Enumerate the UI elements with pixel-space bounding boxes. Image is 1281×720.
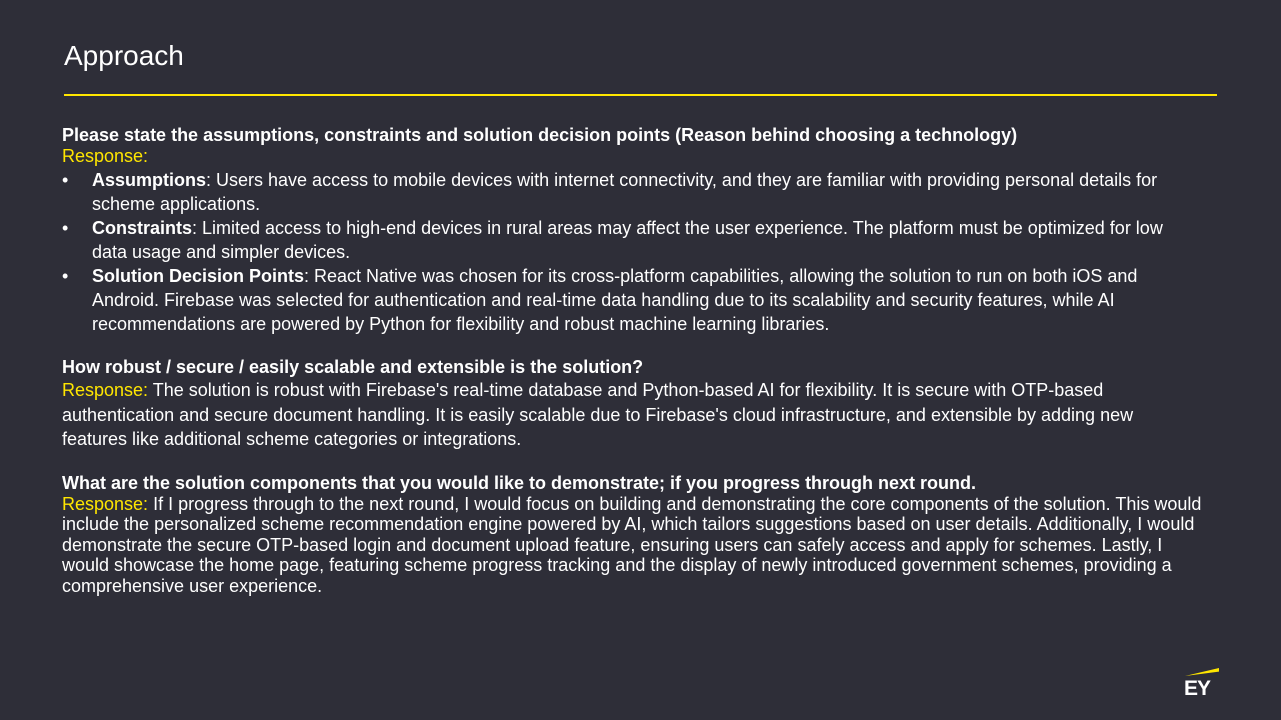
response-label: Response: — [62, 146, 149, 166]
ey-logo: EY — [1183, 666, 1219, 702]
slide-title: Approach — [64, 40, 184, 71]
question-demonstration: What are the solution components that yo… — [62, 472, 977, 493]
slide-content: Please state the assumptions, constraint… — [62, 124, 1202, 596]
bullet-item-assumptions: • Assumptions: Users have access to mobil… — [62, 168, 1202, 216]
section-robustness: How robust / secure / easily scalable an… — [62, 356, 1202, 452]
response-text: The solution is robust with Firebase's r… — [62, 380, 1134, 449]
bullet-item-constraints: • Constraints: Limited access to high-end… — [62, 216, 1202, 264]
bullet-marker: • — [62, 218, 69, 238]
question-robustness: How robust / secure / easily scalable an… — [62, 357, 644, 377]
bullet-text: : Limited access to high-end devices in … — [92, 218, 1163, 262]
bullet-term: Constraints — [92, 218, 193, 238]
logo-accent-bar — [1185, 668, 1219, 676]
response-label: Response: — [62, 493, 149, 514]
title-underline — [64, 94, 1217, 96]
bullet-marker: • — [62, 266, 69, 286]
bullet-list: • Assumptions: Users have access to mobil… — [62, 168, 1202, 336]
bullet-text: : Users have access to mobile devices wi… — [92, 170, 1158, 214]
bullet-marker: • — [62, 170, 69, 190]
bullet-term: Solution Decision Points — [92, 266, 305, 286]
question-assumptions: Please state the assumptions, constraint… — [62, 125, 1018, 145]
bullet-term: Assumptions — [92, 170, 207, 190]
section-demonstration: What are the solution components that yo… — [62, 472, 1202, 597]
logo-text: EY — [1184, 677, 1211, 700]
response-line-assumptions: Response: — [62, 146, 1202, 166]
response-demonstration: Response: If I progress through to the n… — [62, 494, 1202, 597]
response-label: Response: — [62, 380, 149, 400]
bullet-item-decision-points: • Solution Decision Points: React Native … — [62, 264, 1202, 336]
section-assumptions: Please state the assumptions, constraint… — [62, 124, 1202, 336]
response-robustness: Response: The solution is robust with Fi… — [62, 378, 1202, 452]
response-text: If I progress through to the next round,… — [62, 493, 1202, 596]
